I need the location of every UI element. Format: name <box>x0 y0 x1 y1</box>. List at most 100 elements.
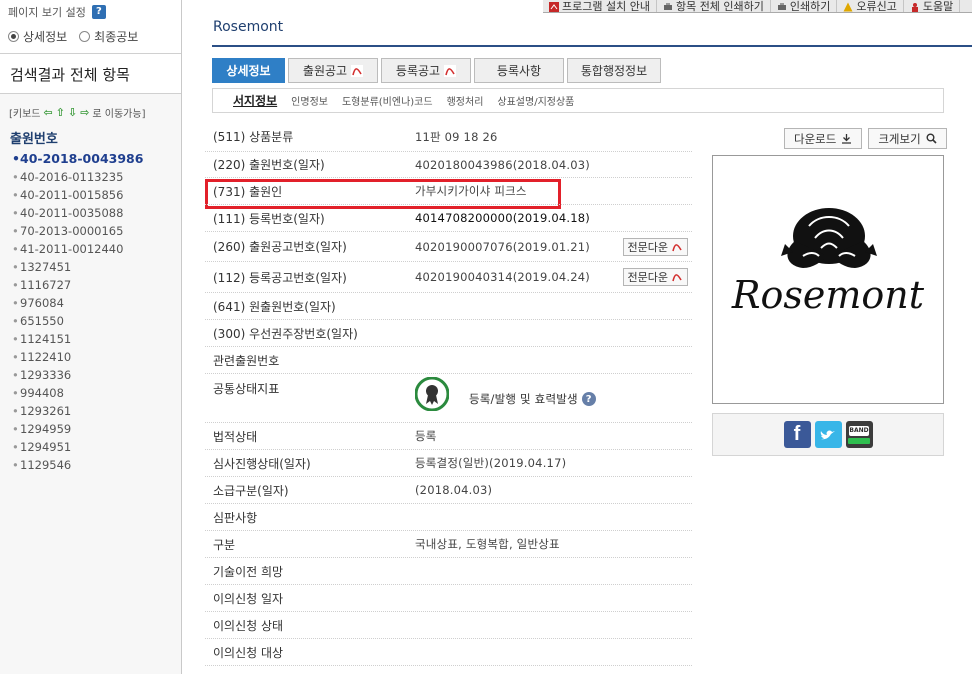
tab-registration-notice[interactable]: 등록공고 <box>381 58 471 83</box>
table-row: (511) 상품분류 11판 09 18 26 <box>205 122 692 152</box>
row-label: 관련출원번호 <box>213 353 280 368</box>
subtab-bibliographic[interactable]: 서지정보 <box>233 92 277 109</box>
row-label: (112) 등록공고번호(일자) <box>213 270 347 285</box>
application-number-item[interactable]: 1116727 <box>12 276 181 294</box>
row-value: (2018.04.03) <box>415 483 493 497</box>
table-row: 관련출원번호 <box>205 347 692 374</box>
print-link[interactable]: 인쇄하기 <box>771 0 838 12</box>
twitter-bird-icon <box>820 430 835 439</box>
subtab-vienna-code[interactable]: 도형분류(비엔나)코드 <box>342 93 433 108</box>
table-row: (111) 등록번호(일자) 4014708200000(2019.04.18) <box>205 205 692 232</box>
application-number-item[interactable]: 41-2011-0012440 <box>12 240 181 258</box>
help-icon[interactable]: ? <box>91 5 106 19</box>
application-number-item[interactable]: 1124151 <box>12 330 181 348</box>
table-row: 법적상태 등록 <box>205 423 692 450</box>
radio-detail[interactable]: 상세정보 <box>8 28 67 45</box>
band-icon[interactable]: BAND <box>845 421 873 448</box>
install-guide-link[interactable]: 프로그램 설치 안내 <box>543 0 657 12</box>
share-bar: f BAND <box>712 413 944 456</box>
application-number-item[interactable]: 70-2013-0000165 <box>12 222 181 240</box>
tab-integrated-admin[interactable]: 통합행정정보 <box>567 58 661 83</box>
row-value: 4014708200000(2019.04.18) <box>415 211 590 225</box>
warning-icon <box>843 2 853 11</box>
tab-application-notice[interactable]: 출원공고 <box>288 58 378 83</box>
help-link[interactable]: 도움말 <box>904 0 961 12</box>
application-number-item[interactable]: 1294959 <box>12 420 181 438</box>
table-row: 공통상태지표 등록/발행 및 효력발생? <box>205 374 692 423</box>
row-label: (260) 출원공고번호(일자) <box>213 240 347 254</box>
radio-unchecked-icon <box>79 31 91 42</box>
help-icon[interactable]: ? <box>581 392 596 406</box>
table-row: (731) 출원인 가부시키가이샤 피크스 <box>205 178 692 205</box>
logo-text: Rosemont <box>731 273 925 317</box>
zoom-button[interactable]: 크게보기 <box>868 128 947 149</box>
row-label: (111) 등록번호(일자) <box>213 211 325 226</box>
view-setting-title: 페이지 보기 설정 <box>8 6 86 19</box>
row-label: 이의신청 상태 <box>213 618 284 633</box>
pdf-icon <box>672 243 682 251</box>
row-label: (220) 출원번호(일자) <box>213 158 325 172</box>
facebook-icon[interactable]: f <box>783 421 811 448</box>
view-setting: 페이지 보기 설정 ? 상세정보 최종공보 <box>0 0 181 54</box>
application-number-item[interactable]: 1294951 <box>12 438 181 456</box>
trademark-title: Rosemont <box>213 19 284 35</box>
application-number-title: 출원번호 <box>10 132 58 147</box>
title-divider <box>212 45 972 47</box>
band-label: BAND <box>849 425 869 436</box>
application-number-item[interactable]: 1327451 <box>12 258 181 276</box>
registered-status-icon <box>415 377 449 411</box>
application-number-item[interactable]: 1122410 <box>12 348 181 366</box>
sidebar: 페이지 보기 설정 ? 상세정보 최종공보 검색결과 전체 항목 [키보드 ⇦ … <box>0 0 182 674</box>
table-row: 심판사항 <box>205 504 692 531</box>
application-number-item[interactable]: 651550 <box>12 312 181 330</box>
pdf-icon <box>444 64 457 77</box>
row-label: (511) 상품분류 <box>213 130 294 144</box>
table-row: 구분 국내상표, 도형복합, 일반상표 <box>205 531 692 558</box>
arrow-right-icon: ⇨ <box>80 105 90 119</box>
application-number-item[interactable]: 40-2011-0015856 <box>12 186 181 204</box>
application-number-item[interactable]: 994408 <box>12 384 181 402</box>
subtab-administration[interactable]: 행정처리 <box>447 93 484 108</box>
row-label: 소급구분(일자) <box>213 483 289 498</box>
top-toolbar: 프로그램 설치 안내 항목 전체 인쇄하기 인쇄하기 오류신고 도움말 <box>543 0 972 13</box>
print-icon <box>777 2 786 10</box>
table-row: (260) 출원공고번호(일자) 4020190007076(2019.01.21… <box>205 232 692 262</box>
print-all-link[interactable]: 항목 전체 인쇄하기 <box>657 0 771 12</box>
row-value: 등록결정(일반)(2019.04.17) <box>415 456 567 470</box>
application-number-item[interactable]: 40-2016-0113235 <box>12 168 181 186</box>
row-label: (641) 원출원번호(일자) <box>213 299 336 314</box>
table-row: 이의신청 일자 <box>205 585 692 612</box>
search-icon <box>926 133 937 144</box>
full-text-download-button[interactable]: 전문다운 <box>622 268 688 286</box>
application-number-item[interactable]: 40-2018-0043986 <box>12 150 181 168</box>
table-row: (112) 등록공고번호(일자) 4020190040314(2019.04.24… <box>205 262 692 293</box>
application-number-item[interactable]: 1293261 <box>12 402 181 420</box>
search-all-title: 검색결과 전체 항목 <box>0 54 181 94</box>
rosemont-logo-image: Rosemont <box>731 208 925 317</box>
application-number-item[interactable]: 40-2011-0035088 <box>12 204 181 222</box>
row-label: (731) 출원인 <box>213 184 283 199</box>
application-number-item[interactable]: 1293336 <box>12 366 181 384</box>
radio-final[interactable]: 최종공보 <box>79 28 138 45</box>
print-icon <box>663 2 672 10</box>
tab-detail[interactable]: 상세정보 <box>212 58 285 83</box>
download-button[interactable]: 다운로드 <box>784 128 863 149</box>
subtab-goods[interactable]: 상표설명/지정상품 <box>497 93 574 108</box>
table-row: (220) 출원번호(일자) 4020180043986(2018.04.03) <box>205 152 692 178</box>
application-number-item[interactable]: 1129546 <box>12 456 181 474</box>
sub-tabs: 서지정보 인명정보 도형분류(비엔나)코드 행정처리 상표설명/지정상품 <box>212 88 944 113</box>
row-value: 가부시키가이샤 피크스 <box>415 184 527 198</box>
trademark-image[interactable]: Rosemont <box>712 155 944 404</box>
row-label: 이의신청 일자 <box>213 591 284 606</box>
row-label: 이의신청 대상 <box>213 645 284 660</box>
application-number-item[interactable]: 976084 <box>12 294 181 312</box>
report-error-link[interactable]: 오류신고 <box>837 0 904 12</box>
table-row: (641) 원출원번호(일자) <box>205 293 692 320</box>
table-row: 기술이전 희망 <box>205 558 692 585</box>
status-text: 등록/발행 및 효력발생 <box>469 392 578 406</box>
tab-registration-info[interactable]: 등록사항 <box>474 58 564 83</box>
pdf-icon <box>672 274 682 282</box>
subtab-person[interactable]: 인명정보 <box>291 93 328 108</box>
full-text-download-button[interactable]: 전문다운 <box>622 237 688 256</box>
twitter-icon[interactable] <box>814 421 842 448</box>
